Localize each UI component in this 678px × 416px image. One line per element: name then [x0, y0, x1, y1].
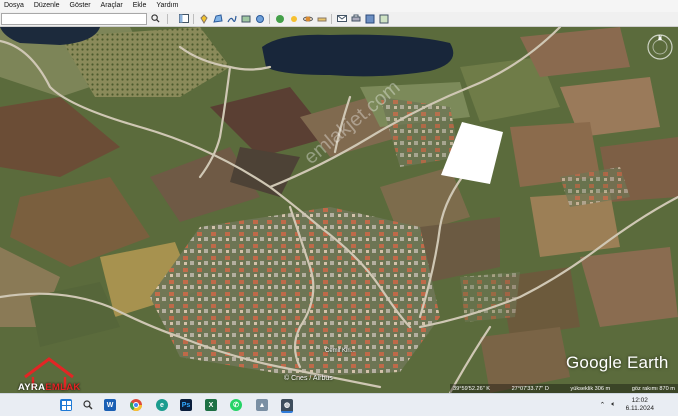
- toolbar-separator: [167, 14, 168, 24]
- taskbar: W e Ps X ✆ ▲ ◍ ⌃ 🔈︎ 12:02 6.11.2024: [0, 393, 678, 416]
- latitude-readout: 39°59'52.26" K: [453, 385, 491, 392]
- planets-icon[interactable]: [302, 13, 313, 24]
- excel-icon[interactable]: X: [205, 399, 217, 411]
- eye-altitude-readout: göz rakımı 870 m: [631, 385, 675, 392]
- google-earth-logo: Google Earth: [566, 353, 669, 372]
- edge-icon[interactable]: e: [156, 399, 168, 411]
- imagery-credit: © Cnes / Airbus: [284, 375, 333, 382]
- menu-add[interactable]: Ekle: [128, 0, 152, 12]
- agency-name: AYRAEMLAK: [18, 382, 81, 393]
- toolbar-separator: [193, 14, 194, 24]
- email-icon[interactable]: [336, 13, 347, 24]
- whatsapp-icon[interactable]: ✆: [230, 399, 242, 411]
- menu-edit[interactable]: Düzenle: [29, 0, 65, 12]
- search-icon[interactable]: [150, 13, 161, 24]
- menu-help[interactable]: Yardım: [151, 0, 183, 12]
- path-icon[interactable]: [226, 13, 237, 24]
- clock-date: 6.11.2024: [625, 405, 654, 412]
- menu-bar: Dosya Düzenle Göster Araçlar Ekle Yardım: [0, 0, 678, 12]
- placemark-icon[interactable]: [198, 13, 209, 24]
- satellite-imagery: [0, 27, 678, 393]
- image-overlay-icon[interactable]: [240, 13, 251, 24]
- clock[interactable]: 12:02 6.11.2024: [626, 397, 654, 413]
- menu-tools[interactable]: Araçlar: [96, 0, 128, 12]
- windows-start-icon[interactable]: [60, 399, 72, 411]
- photoshop-icon[interactable]: Ps: [180, 399, 192, 411]
- status-bar: 39°59'52.26" K 27°07'33.77" D yükseklik …: [450, 384, 678, 393]
- menu-file[interactable]: Dosya: [0, 0, 29, 12]
- tour-icon[interactable]: [254, 13, 265, 24]
- google-earth-icon[interactable]: ◍: [281, 399, 293, 413]
- elevation-readout: yükseklik 306 m: [570, 385, 611, 392]
- ruler-icon[interactable]: [316, 13, 327, 24]
- save-image-icon[interactable]: [364, 13, 375, 24]
- print-icon[interactable]: [350, 13, 361, 24]
- volume-icon[interactable]: 🔈︎: [611, 401, 615, 409]
- search-input[interactable]: [1, 13, 147, 25]
- toolbar: [0, 12, 678, 27]
- sun-icon[interactable]: [288, 13, 299, 24]
- road-label: Cemil Kiri...: [325, 348, 356, 354]
- view-in-maps-icon[interactable]: [378, 13, 389, 24]
- app-icon[interactable]: ▲: [256, 399, 268, 411]
- toolbar-separator: [269, 14, 270, 24]
- toolbar-separator: [331, 14, 332, 24]
- map-view[interactable]: N emlakjet.com Cemil Kiri... © Cnes / Ai…: [0, 27, 678, 393]
- polygon-icon[interactable]: [212, 13, 223, 24]
- word-icon[interactable]: W: [104, 399, 116, 411]
- system-tray: ⌃ 🔈︎ 12:02 6.11.2024: [599, 394, 678, 416]
- compass-icon[interactable]: N: [646, 33, 674, 61]
- chevron-up-icon[interactable]: ⌃: [599, 401, 605, 409]
- sidebar-toggle-icon[interactable]: [178, 13, 189, 24]
- clock-time: 12:02: [631, 397, 648, 404]
- longitude-readout: 27°07'33.77" D: [511, 385, 549, 392]
- chrome-icon[interactable]: [130, 399, 142, 411]
- menu-view[interactable]: Göster: [65, 0, 96, 12]
- historical-imagery-icon[interactable]: [274, 13, 285, 24]
- search-icon[interactable]: [82, 399, 94, 411]
